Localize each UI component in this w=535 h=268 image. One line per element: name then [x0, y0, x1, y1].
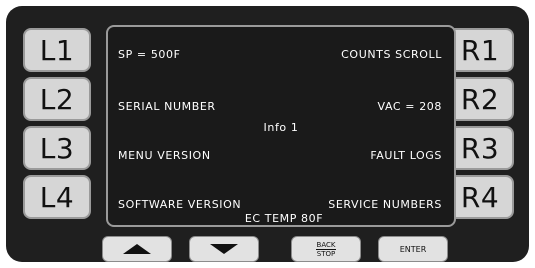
fault-logs-text: FAULT LOGS	[370, 149, 442, 162]
setpoint-text: SP = 500F	[118, 48, 181, 61]
r2-key[interactable]: R2	[446, 77, 514, 121]
arrow-down-icon	[210, 244, 238, 254]
vac-text: VAC = 208	[377, 100, 442, 113]
r4-key[interactable]: R4	[446, 175, 514, 219]
counts-scroll-text: COUNTS SCROLL	[341, 48, 442, 61]
control-panel: L1 L2 L3 L4 R1 R2 R3 R4 SP = 500F COUNTS…	[6, 6, 529, 262]
l1-key[interactable]: L1	[23, 28, 91, 72]
stop-label: STOP	[316, 249, 336, 258]
serial-number-text: SERIAL NUMBER	[118, 100, 216, 113]
l2-key[interactable]: L2	[23, 77, 91, 121]
arrow-up-icon	[123, 244, 151, 254]
r1-key[interactable]: R1	[446, 28, 514, 72]
enter-label: ENTER	[399, 244, 427, 254]
screen-title: Info 1	[263, 121, 299, 134]
back-stop-button[interactable]: BACK STOP	[291, 236, 361, 262]
down-button[interactable]	[189, 236, 259, 262]
menu-version-text: MENU VERSION	[118, 149, 211, 162]
ec-temp-text: EC TEMP 80F	[244, 212, 324, 225]
up-button[interactable]	[102, 236, 172, 262]
r3-key[interactable]: R3	[446, 126, 514, 170]
software-version-text: SOFTWARE VERSION	[118, 198, 242, 211]
l4-key[interactable]: L4	[23, 175, 91, 219]
service-numbers-text: SERVICE NUMBERS	[328, 198, 442, 211]
display-screen: SP = 500F COUNTS SCROLL SERIAL NUMBER VA…	[106, 25, 456, 227]
enter-button[interactable]: ENTER	[378, 236, 448, 262]
back-label: BACK	[315, 240, 337, 250]
l3-key[interactable]: L3	[23, 126, 91, 170]
